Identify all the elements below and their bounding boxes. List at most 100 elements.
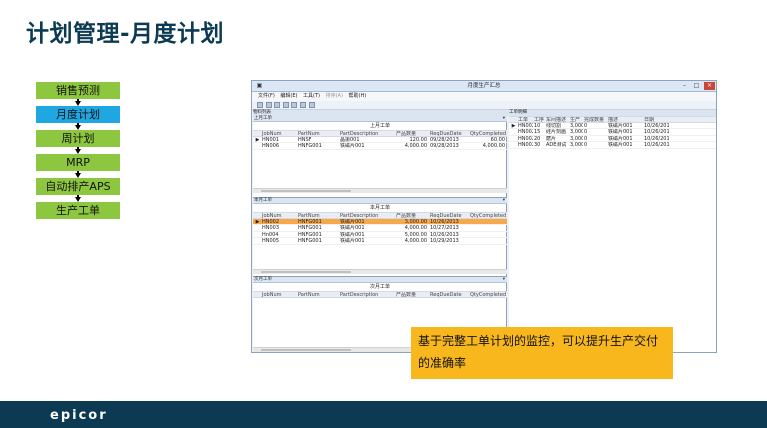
cell-qty: 4,000.00 xyxy=(404,238,427,244)
toolbar xyxy=(252,101,716,110)
menu-file[interactable]: 文件(F) xyxy=(258,93,275,99)
cell-prodqty: 3,000 xyxy=(570,129,583,135)
save-icon[interactable] xyxy=(265,102,272,108)
window-titlebar[interactable]: ▣ 月度生产汇总 – □ × xyxy=(252,81,716,92)
cell-qty: 3,000.00 xyxy=(404,218,427,224)
col-op[interactable]: 工序 xyxy=(533,117,545,121)
cell-qty: 4,000.00 xyxy=(404,225,427,231)
menu-edit[interactable]: 编辑(E) xyxy=(280,93,297,99)
refresh-icon[interactable] xyxy=(308,102,315,108)
col-qtycompleted[interactable]: QtyCompleted xyxy=(469,292,507,296)
panel-label: 本月工单 xyxy=(254,198,272,203)
minimize-icon[interactable]: – xyxy=(679,82,690,90)
menu-tools[interactable]: 工具(T) xyxy=(303,93,320,99)
cell-qty: 4,000.00 xyxy=(404,143,427,149)
col-reqduedate[interactable]: ReqDueDate xyxy=(429,292,469,296)
col-partnum[interactable]: PartNum xyxy=(297,213,339,217)
cell-partdesc: 铁磁片001 xyxy=(340,231,365,237)
table-row[interactable]: HN006 HNFG001 铁磁片001 4,000.00 09/28/2013… xyxy=(253,143,507,150)
scrollbar-thumb[interactable] xyxy=(261,349,351,351)
flow-step-monthly-plan: 月度计划 xyxy=(36,106,120,123)
col-jobnum[interactable]: JobNum xyxy=(261,292,297,296)
col-qty[interactable]: 产品数量 xyxy=(395,213,429,217)
horizontal-scrollbar[interactable] xyxy=(253,269,507,274)
row-indicator xyxy=(253,225,261,231)
panel-label: 上月工单 xyxy=(254,116,272,121)
col-qtycompleted[interactable]: QtyCompleted xyxy=(469,131,507,135)
print-icon[interactable] xyxy=(299,102,306,108)
flow-step-mrp: MRP xyxy=(36,154,120,171)
flow-step-aps: 自动排产APS xyxy=(36,178,120,195)
paste-icon[interactable] xyxy=(291,102,298,108)
horizontal-scrollbar[interactable] xyxy=(253,188,507,193)
col-prodqty[interactable]: 生产 xyxy=(569,117,583,121)
col-partnum[interactable]: PartNum xyxy=(297,292,339,296)
cell-jobnum: Hn004 xyxy=(262,231,279,237)
col-qty[interactable]: 产品数量 xyxy=(395,292,429,296)
new-icon[interactable] xyxy=(257,102,263,108)
cell-desc: 铁磁片001 xyxy=(608,129,633,135)
panel-header: 次月工单 ▾ xyxy=(253,277,507,283)
left-panel-label: 物料列表 xyxy=(253,110,271,115)
footer-bar: epicor xyxy=(0,401,767,428)
col-partdesc[interactable]: PartDescription xyxy=(339,131,395,135)
flow-step-work-order: 生产工单 xyxy=(36,202,120,219)
col-completed[interactable]: 完成数量 xyxy=(583,117,607,121)
col-jobnum[interactable]: JobNum xyxy=(261,213,297,217)
col-date[interactable]: 日期 xyxy=(643,117,669,121)
cell-partnum: HNFG001 xyxy=(298,238,322,244)
pin-icon[interactable]: ▾ xyxy=(503,277,505,283)
this-month-panel: 本月工单 ▾ 本月工单 JobNum PartNum PartDescriptio… xyxy=(253,197,507,275)
scrollbar-thumb[interactable] xyxy=(261,190,351,192)
col-jobnum[interactable]: JobNum xyxy=(261,131,297,135)
table-row[interactable]: HN005 HNFG001 铁磁片001 4,000.00 10/29/2013 xyxy=(253,238,507,245)
cell-reqduedate: 10/26/2013 xyxy=(430,231,459,237)
cell-partdesc: 铁磁片001 xyxy=(340,225,365,231)
cell-qtycompleted xyxy=(469,238,507,244)
cell-qtycompleted xyxy=(469,219,507,225)
col-desc[interactable]: 描述 xyxy=(607,117,643,121)
cell-opdesc: 线切割 xyxy=(546,122,562,128)
col-partdesc[interactable]: PartDescription xyxy=(339,292,395,296)
cell-jobnum: HN005 xyxy=(262,238,280,244)
menu-bar: 文件(F) 编辑(E) 工具(T) 排序(A) 帮助(H) xyxy=(252,92,716,101)
table-row[interactable]: HN002 30 ADE测试 3,000 0 铁磁片001 10/26/2013 xyxy=(509,142,716,149)
grid-title: 上月工单 xyxy=(369,123,390,129)
cell-partdesc: 晶振001 xyxy=(340,136,360,142)
col-reqduedate[interactable]: ReqDueDate xyxy=(429,131,469,135)
row-indicator-header xyxy=(509,117,517,122)
cell-jobnum: HN003 xyxy=(262,225,280,231)
grid-header: JobNum PartNum PartDescription 产品数量 ReqD… xyxy=(253,291,507,298)
cell-op: 15 xyxy=(534,129,541,135)
col-partdesc[interactable]: PartDescription xyxy=(339,213,395,217)
close-icon[interactable]: × xyxy=(704,82,715,90)
panel-header: 本月工单 ▾ xyxy=(253,198,507,204)
cell-prodqty: 3,000 xyxy=(570,122,583,128)
col-reqduedate[interactable]: ReqDueDate xyxy=(429,213,469,217)
cell-qtycompleted xyxy=(469,232,507,238)
cell-date: 10/26/2013 xyxy=(644,129,669,135)
col-qtycompleted[interactable]: QtyCompleted xyxy=(469,213,507,217)
cell-partdesc: 铁磁片001 xyxy=(340,143,365,149)
left-column: 上月工单 ▾ 上月工单 JobNum PartNum PartDescriptio… xyxy=(253,116,507,352)
pin-icon[interactable]: ▾ xyxy=(503,198,505,204)
col-qty[interactable]: 产品数量 xyxy=(395,131,429,135)
col-partnum[interactable]: PartNum xyxy=(297,131,339,135)
cell-reqduedate: 10/26/2013 xyxy=(430,218,459,224)
menu-sort[interactable]: 排序(A) xyxy=(326,93,343,99)
window-title: 月度生产汇总 xyxy=(467,83,501,89)
menu-help[interactable]: 帮助(H) xyxy=(349,93,367,99)
cut-icon[interactable] xyxy=(274,102,281,108)
maximize-icon[interactable]: □ xyxy=(691,82,702,90)
pin-icon[interactable]: ▾ xyxy=(503,116,505,122)
cell-qty: 120.00 xyxy=(409,136,428,142)
cell-qtycompleted xyxy=(469,225,507,231)
cell-opdesc: ADE测试 xyxy=(546,142,567,148)
row-indicator xyxy=(509,129,517,135)
cell-job: HN002 xyxy=(518,129,533,135)
copy-icon[interactable] xyxy=(282,102,289,108)
scrollbar-thumb[interactable] xyxy=(261,271,351,273)
row-indicator-header xyxy=(253,213,261,218)
col-job[interactable]: 工单 xyxy=(517,117,533,121)
col-opdesc[interactable]: 车间描述 xyxy=(545,117,569,121)
